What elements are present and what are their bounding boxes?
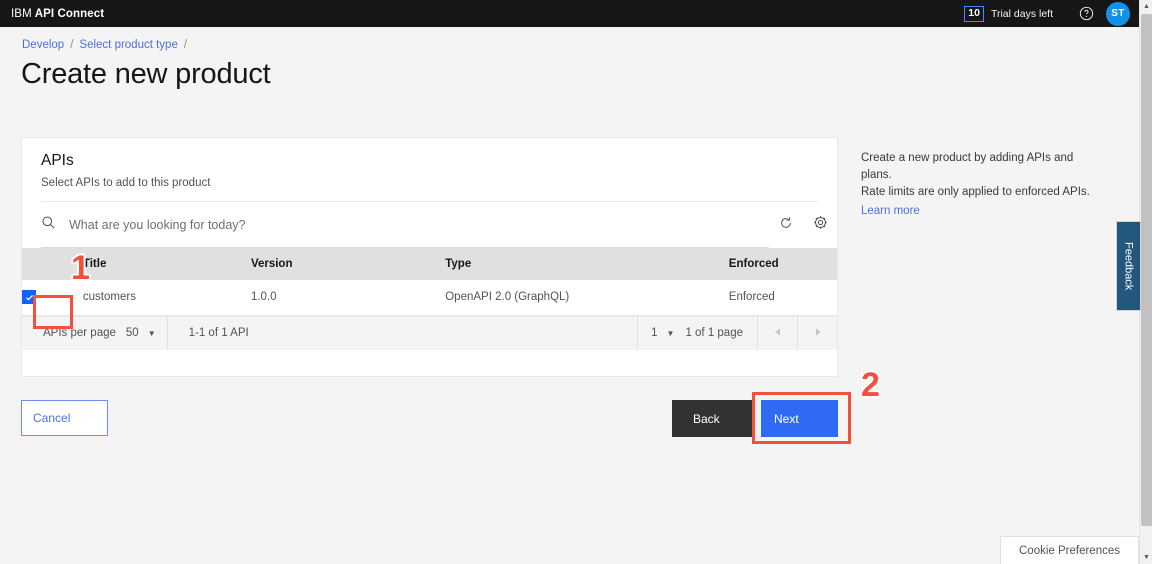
column-header-enforced[interactable]: Enforced <box>728 248 837 280</box>
checkmark-icon <box>25 293 34 302</box>
pagination-bar: APIs per page 50 ▼ 1-1 of 1 API 1 ▼ 1 of… <box>22 315 837 350</box>
pagination-range: 1-1 of 1 API <box>168 327 249 339</box>
gear-icon <box>813 215 828 235</box>
breadcrumb-separator: / <box>70 39 74 51</box>
table-header-row: Title Version Type Enforced <box>22 248 837 280</box>
column-header-title[interactable]: Title <box>82 248 251 280</box>
column-header-type[interactable]: Type <box>445 248 729 280</box>
help-button[interactable] <box>1071 0 1101 27</box>
apis-table-head: Title Version Type Enforced <box>22 248 837 280</box>
apis-card-title: APIs <box>41 152 74 169</box>
trial-days-count: 10 <box>964 5 984 22</box>
search-row <box>22 202 837 248</box>
page-value: 1 <box>651 327 658 339</box>
search-input[interactable] <box>69 217 769 232</box>
cell-type: OpenAPI 2.0 (GraphQL) <box>445 280 729 316</box>
chevron-down-icon: ▼ <box>147 328 156 338</box>
cell-version: 1.0.0 <box>250 280 446 316</box>
page-total-label: 1 of 1 page <box>685 327 743 339</box>
user-avatar[interactable]: ST <box>1106 1 1130 26</box>
caret-right-icon <box>813 327 823 340</box>
breadcrumb-separator-2: / <box>183 39 188 51</box>
apis-table-body: customers 1.0.0 OpenAPI 2.0 (GraphQL) En… <box>22 280 837 316</box>
page-title: Create new product <box>21 58 271 90</box>
column-header-select[interactable] <box>22 248 83 280</box>
cookie-preferences-button[interactable]: Cookie Preferences <box>1000 536 1139 564</box>
previous-page-button[interactable] <box>758 316 797 350</box>
row-select-cell[interactable] <box>22 280 83 316</box>
refresh-icon <box>779 216 793 235</box>
search-field[interactable] <box>41 202 769 248</box>
range-label: 1-1 of 1 API <box>188 327 249 339</box>
trial-status: 10 Trial days left <box>964 5 1053 22</box>
brand-product: API Connect <box>34 7 105 20</box>
feedback-tab[interactable]: Feedback <box>1116 221 1141 311</box>
caret-left-icon <box>773 327 783 340</box>
learn-more-link[interactable]: Learn more <box>861 205 920 217</box>
apis-card-header: APIs Select APIs to add to this product <box>22 138 837 201</box>
per-page-label: APIs per page <box>43 327 116 339</box>
breadcrumb-item-select-product-type[interactable]: Select product type <box>79 39 177 51</box>
back-button[interactable]: Back <box>672 400 752 437</box>
table-row[interactable]: customers 1.0.0 OpenAPI 2.0 (GraphQL) En… <box>22 280 837 316</box>
side-help-text: Create a new product by adding APIs and … <box>861 150 1101 201</box>
apis-table: Title Version Type Enforced customers 1.… <box>22 248 837 316</box>
trial-days-label: Trial days left <box>990 7 1053 20</box>
per-page-select[interactable]: 50 ▼ <box>126 316 167 350</box>
chevron-down-icon-page: ▼ <box>666 328 675 338</box>
brand-ibm: IBM <box>11 7 32 20</box>
cancel-button[interactable]: Cancel <box>21 400 108 436</box>
apis-card: APIs Select APIs to add to this product <box>21 137 838 377</box>
scrollbar-thumb[interactable] <box>1141 14 1152 526</box>
page-select[interactable]: 1 ▼ <box>638 316 685 350</box>
settings-button[interactable] <box>803 202 837 248</box>
app-root: IBMAPI Connect 10 Trial days left ST ▲ <box>0 0 1152 564</box>
next-page-button[interactable] <box>798 316 837 350</box>
brand-logo[interactable]: IBM API Connect <box>0 8 104 20</box>
refresh-button[interactable] <box>769 202 803 248</box>
breadcrumb-item-develop[interactable]: Develop <box>22 39 64 51</box>
per-page-value: 50 <box>125 327 139 339</box>
scroll-up-arrow-icon[interactable]: ▲ <box>1140 0 1152 13</box>
help-circle-icon <box>1079 6 1094 21</box>
next-button[interactable]: Next <box>761 400 838 437</box>
search-icon <box>41 215 56 235</box>
cell-title: customers <box>82 280 251 316</box>
annotation-step-2: 2 <box>861 366 880 404</box>
cookie-preferences-label: Cookie Preferences <box>1019 544 1120 557</box>
header-right-group: 10 Trial days left ST <box>964 0 1139 27</box>
pagination-right: 1 ▼ 1 of 1 page <box>637 316 837 350</box>
apis-card-subtitle: Select APIs to add to this product <box>41 177 211 189</box>
feedback-tab-label: Feedback <box>1122 241 1135 291</box>
cell-enforced: Enforced <box>728 280 837 316</box>
pagination-left: APIs per page 50 ▼ <box>22 316 167 350</box>
column-header-version[interactable]: Version <box>250 248 446 280</box>
row-checkbox-checked[interactable] <box>22 290 36 305</box>
scroll-down-arrow-icon[interactable]: ▼ <box>1140 551 1152 564</box>
app-header: IBM API Connect 10 Trial days left ST <box>0 0 1139 27</box>
breadcrumb: Develop / Select product type / <box>22 39 187 51</box>
side-help-line-2: Rate limits are only applied to enforced… <box>861 186 1090 198</box>
side-help-line-1: Create a new product by adding APIs and … <box>861 152 1074 181</box>
